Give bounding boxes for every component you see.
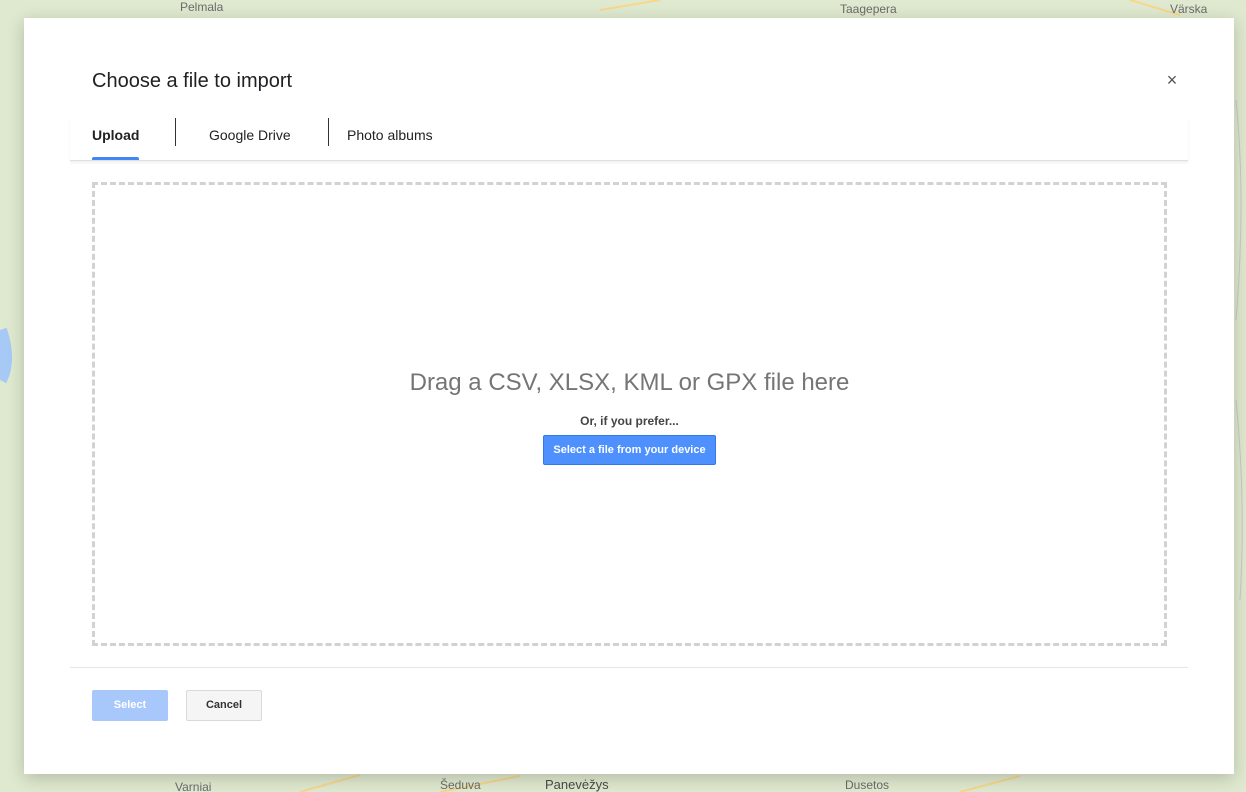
drop-instruction: Drag a CSV, XLSX, KML or GPX file here	[409, 369, 850, 396]
tab-google-drive[interactable]: Google Drive	[209, 116, 291, 160]
dialog-title: Choose a file to import	[92, 70, 293, 92]
map-label-seduva: Šeduva	[440, 778, 481, 792]
tab-photo-albums[interactable]: Photo albums	[347, 116, 433, 160]
footer-divider	[70, 667, 1188, 668]
tab-divider	[328, 118, 329, 146]
cancel-button[interactable]: Cancel	[186, 690, 262, 721]
map-label-panevezys: Panevėžys	[545, 777, 609, 792]
map-label-taagepera: Taagepera	[840, 2, 897, 16]
select-button[interactable]: Select	[92, 690, 168, 721]
tab-bar: Upload Google Drive Photo albums	[70, 116, 1188, 161]
alternative-text: Or, if you prefer...	[580, 414, 679, 428]
map-label-dusetos: Dusetos	[845, 778, 890, 792]
import-dialog: Choose a file to import × Upload Google …	[24, 18, 1234, 774]
tab-upload[interactable]: Upload	[92, 116, 140, 160]
file-dropzone[interactable]: Drag a CSV, XLSX, KML or GPX file here O…	[92, 182, 1167, 646]
tab-divider	[175, 118, 176, 146]
close-icon[interactable]: ×	[1162, 70, 1182, 90]
map-label-varniai: Varniai	[175, 780, 212, 792]
map-label-varska: Värska	[1170, 2, 1208, 16]
map-label-top-left: Pelmala	[180, 0, 224, 14]
select-file-from-device-button[interactable]: Select a file from your device	[543, 435, 716, 465]
